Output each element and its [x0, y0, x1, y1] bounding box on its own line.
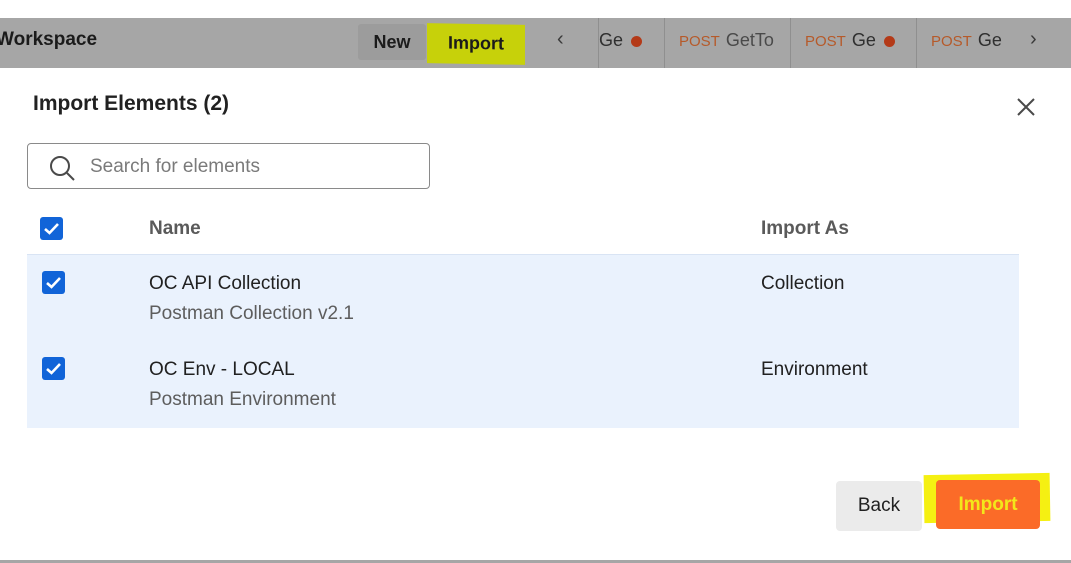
element-type: Postman Environment: [149, 389, 336, 410]
search-box[interactable]: [27, 143, 430, 189]
tab-label: Ge: [851, 30, 876, 50]
list-item[interactable]: OC Env - LOCAL Postman Environment Envir…: [27, 341, 1019, 427]
checkmark-icon: [46, 277, 61, 289]
close-icon[interactable]: [1013, 94, 1039, 120]
search-input[interactable]: [88, 152, 422, 182]
element-type: Postman Collection v2.1: [149, 303, 354, 324]
workspace-title: Workspace: [0, 29, 98, 50]
new-button[interactable]: New: [358, 24, 426, 60]
app-header: Workspace New Import ‹ Ge POST GetTo POST…: [0, 18, 1071, 68]
request-tab[interactable]: POST Ge: [790, 18, 915, 68]
tab-label: GetTo: [725, 30, 774, 50]
row-checkbox[interactable]: [42, 357, 65, 380]
tab-label: Ge: [977, 30, 1002, 50]
row-checkbox[interactable]: [42, 271, 65, 294]
request-tab[interactable]: POST Ge: [916, 18, 1008, 68]
tab-method: POST: [805, 33, 846, 50]
request-tab[interactable]: Ge: [598, 18, 664, 68]
column-header-name: Name: [149, 218, 201, 239]
back-button[interactable]: Back: [836, 481, 922, 531]
search-icon: [48, 154, 76, 187]
checkmark-icon: [46, 363, 61, 375]
column-header-import-as: Import As: [761, 218, 849, 239]
element-name: OC API Collection: [149, 273, 302, 294]
element-import-as: Collection: [761, 273, 845, 294]
tab-label: Ge: [599, 30, 624, 50]
list-item[interactable]: OC API Collection Postman Collection v2.…: [27, 255, 1019, 341]
header-import-button[interactable]: Import: [427, 23, 525, 65]
tab-method: POST: [931, 33, 972, 50]
tab-method: POST: [679, 33, 720, 50]
import-button[interactable]: Import: [936, 480, 1040, 529]
elements-list: OC API Collection Postman Collection v2.…: [27, 254, 1019, 428]
import-modal: Import Elements (2) Name Import As O: [0, 68, 1071, 560]
element-import-as: Environment: [761, 359, 868, 380]
tabs-scroll-right-icon[interactable]: ›: [1030, 28, 1037, 51]
unsaved-dot-icon: [631, 35, 643, 47]
unsaved-dot-icon: [883, 35, 895, 47]
request-tab[interactable]: POST GetTo: [664, 18, 788, 68]
element-name: OC Env - LOCAL: [149, 359, 295, 380]
checkmark-icon: [44, 223, 59, 235]
modal-title: Import Elements (2): [33, 92, 230, 115]
select-all-checkbox[interactable]: [40, 217, 63, 240]
tabs-scroll-left-icon[interactable]: ‹: [557, 28, 564, 51]
